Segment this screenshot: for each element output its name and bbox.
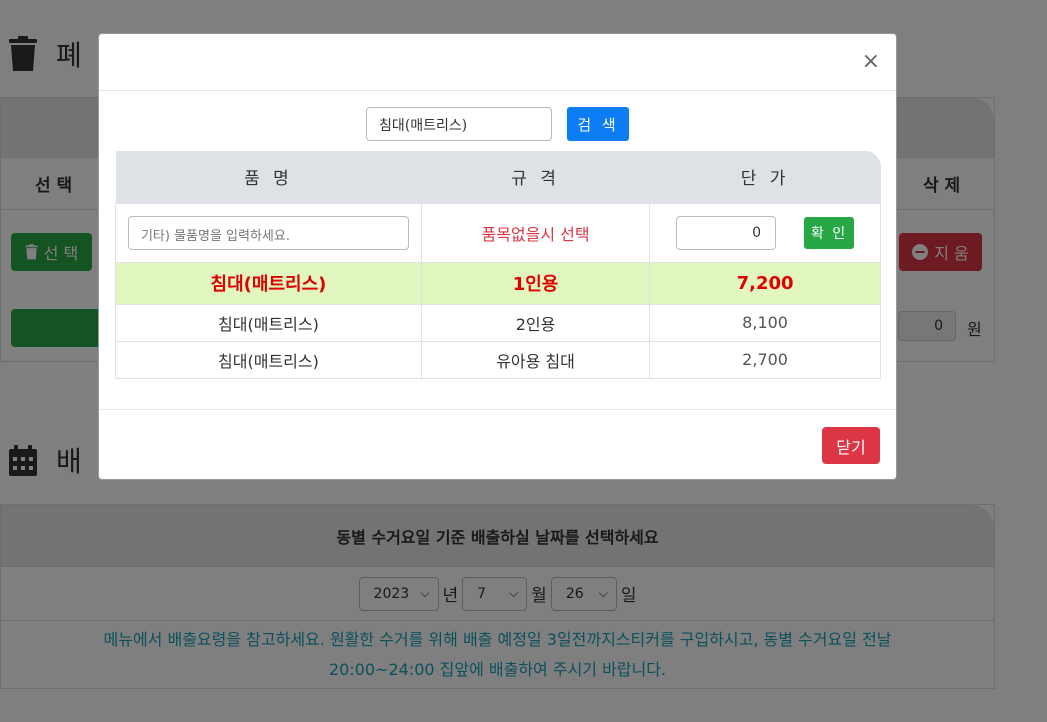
col-name-header: 품 명: [115, 151, 422, 203]
no-item-cell: 품목없을시 선택: [420, 202, 651, 263]
item-price: 8,100: [649, 303, 881, 342]
search-input[interactable]: 침대(매트리스): [366, 107, 552, 141]
custom-item-input[interactable]: 기타) 물품명을 입력하세요.: [127, 215, 409, 250]
custom-item-row: 기타) 물품명을 입력하세요. 품목없을시 선택 0 확 인: [115, 202, 881, 263]
custom-price-cell: 0 확 인: [649, 202, 881, 263]
item-price: 7,200: [649, 261, 881, 305]
table-row[interactable]: 침대(매트리스) 유아용 침대 2,700: [115, 340, 881, 379]
table-row[interactable]: 침대(매트리스) 1인용 7,200: [115, 261, 881, 305]
item-name: 침대(매트리스): [115, 340, 422, 379]
item-table-header: 품 명 규 격 단 가: [115, 151, 881, 203]
search-button[interactable]: 검 색: [567, 107, 629, 141]
modal-search-bar: 침대(매트리스) 검 색: [366, 107, 629, 141]
item-table: 품 명 규 격 단 가 기타) 물품명을 입력하세요. 품목없을시 선택 0 확…: [115, 151, 881, 379]
modal-footer: 닫기: [99, 409, 896, 479]
item-name: 침대(매트리스): [115, 261, 422, 305]
item-spec: 1인용: [420, 261, 651, 305]
close-icon[interactable]: ×: [862, 51, 880, 73]
custom-item-cell: 기타) 물품명을 입력하세요.: [115, 202, 422, 263]
modal-header: ×: [99, 34, 896, 91]
item-name: 침대(매트리스): [115, 303, 422, 342]
table-row[interactable]: 침대(매트리스) 2인용 8,100: [115, 303, 881, 342]
col-price-header: 단 가: [649, 151, 881, 203]
item-spec: 유아용 침대: [420, 340, 651, 379]
item-spec: 2인용: [420, 303, 651, 342]
close-button[interactable]: 닫기: [822, 427, 880, 464]
custom-price-input[interactable]: 0: [676, 215, 777, 250]
item-search-modal: × 침대(매트리스) 검 색 품 명 규 격 단 가 기타) 물품명을 입력하세…: [98, 33, 897, 480]
no-item-label: 품목없을시 선택: [481, 224, 590, 244]
col-spec-header: 규 격: [421, 151, 650, 203]
item-price: 2,700: [649, 340, 881, 379]
confirm-button[interactable]: 확 인: [804, 216, 855, 249]
